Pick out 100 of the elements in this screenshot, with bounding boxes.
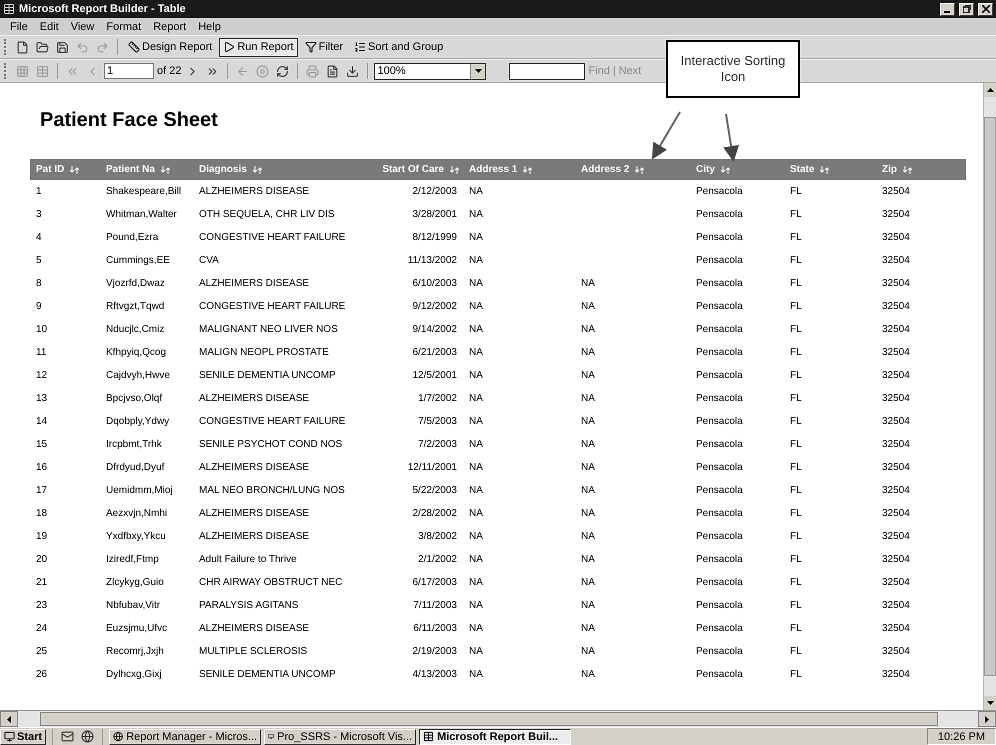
table-cell-text: NA xyxy=(580,530,596,544)
table-cell-text: NA xyxy=(468,231,484,245)
sort-icon[interactable] xyxy=(523,166,532,174)
app-icon xyxy=(423,731,434,742)
table-cell-text: FL xyxy=(789,300,803,314)
menu-item[interactable]: Help xyxy=(192,20,227,32)
table-cell-text: Yxdfbxy,Ykcu xyxy=(105,530,167,544)
menu-item[interactable]: Format xyxy=(100,20,148,32)
find-field[interactable] xyxy=(509,62,586,80)
table-cell-text: 32504 xyxy=(881,300,911,314)
sort-icon[interactable] xyxy=(160,166,170,174)
table-cell-text: 32504 xyxy=(881,645,911,659)
toolbar-button[interactable]: Sort and Group xyxy=(350,38,448,56)
app-icon xyxy=(113,731,124,742)
toolbar-button[interactable]: Run Report xyxy=(219,38,298,56)
table-cell-text: MALIGNANT NEO LIVER NOS xyxy=(198,323,339,337)
table-cell-text: 32504 xyxy=(881,553,911,567)
right-arrow-icon[interactable] xyxy=(985,716,989,722)
table-cell-text: CVA xyxy=(198,254,220,268)
table-cell-text: 13 xyxy=(35,392,48,406)
sort-icon[interactable] xyxy=(820,166,830,174)
table-cell-text: FL xyxy=(789,484,803,498)
table-cell-text: Nbfubav,Vitr xyxy=(105,599,162,613)
toolbar-button[interactable]: Filter xyxy=(300,38,348,56)
menu-item[interactable]: View xyxy=(64,20,100,32)
table-cell-text: 15 xyxy=(35,438,48,452)
table-cell-text: 16 xyxy=(35,461,48,475)
ruler-icon xyxy=(128,41,140,53)
sort-icon[interactable] xyxy=(635,166,644,174)
restore-button[interactable] xyxy=(959,2,974,16)
table-cell-text: ALZHEIMERS DISEASE xyxy=(198,622,310,636)
table-cell-text: FL xyxy=(789,553,803,567)
vertical-scrollbar[interactable] xyxy=(983,83,996,710)
sort-icon[interactable] xyxy=(720,166,730,174)
table-cell-text: ALZHEIMERS DISEASE xyxy=(198,507,310,521)
table-cell-text: 9/14/2002 xyxy=(412,323,458,337)
page-count: of 22 xyxy=(157,65,182,77)
menu-item[interactable]: Report xyxy=(147,20,192,32)
menu-item[interactable]: Edit xyxy=(34,20,65,32)
sort-icon[interactable] xyxy=(252,166,262,174)
left-arrow-icon[interactable] xyxy=(7,716,11,722)
table-cell-text: 9 xyxy=(35,300,43,314)
pointer-arrow xyxy=(723,114,740,162)
page-field[interactable]: 1 xyxy=(104,63,154,79)
table-cell-text: 2/1/2002 xyxy=(417,553,458,567)
funnel-icon xyxy=(304,41,317,53)
taskbar-button[interactable]: Pro_SSRS - Microsoft Vis... xyxy=(264,728,416,744)
close-button[interactable] xyxy=(978,2,993,16)
horizontal-scrollbar[interactable] xyxy=(0,710,996,727)
restore-icon xyxy=(962,5,970,13)
table-cell-text: 17 xyxy=(35,484,48,498)
table-cell-text: FL xyxy=(789,185,803,199)
table-cell-text: 32504 xyxy=(881,185,911,199)
table-cell-text: ALZHEIMERS DISEASE xyxy=(198,392,310,406)
menu-item[interactable]: File xyxy=(4,20,34,32)
table-cell-text: Ircpbmt,Trhk xyxy=(105,438,163,452)
table-cell-text: 11 xyxy=(35,346,48,360)
table-cell-text: 7/2/2003 xyxy=(417,438,458,452)
column-label: Start Of Care xyxy=(382,164,444,175)
table-cell-text: Pensacola xyxy=(695,530,744,544)
table-cell-text: 2/12/2003 xyxy=(412,185,458,199)
table-cell-text: Pound,Ezra xyxy=(105,231,160,245)
list-icon xyxy=(354,41,366,53)
start-button[interactable]: Start xyxy=(0,728,46,744)
toolbar-button[interactable]: Design Report xyxy=(124,38,216,56)
table-cell-text: NA xyxy=(468,300,484,314)
pointer-arrow xyxy=(652,111,681,160)
table-cell-text: 7/5/2003 xyxy=(417,415,458,429)
table-cell-text: 32504 xyxy=(881,668,911,682)
table-cell-text: NA xyxy=(468,369,484,383)
table-cell-text: Pensacola xyxy=(695,507,744,521)
table-cell-text: 21 xyxy=(35,576,48,590)
table-cell-text: NA xyxy=(580,461,596,475)
table-cell-text: 32504 xyxy=(881,415,911,429)
caret-icon xyxy=(474,69,482,73)
table-cell-text: FL xyxy=(789,507,803,521)
up-arrow-icon[interactable] xyxy=(986,88,994,92)
table-cell-text: FL xyxy=(789,415,803,429)
table-cell-text: 32504 xyxy=(881,346,911,360)
sort-icon[interactable] xyxy=(903,166,912,174)
table-cell-text: CONGESTIVE HEART FAILURE xyxy=(198,415,346,429)
table-cell-text: NA xyxy=(468,392,484,406)
taskbar-button[interactable]: Report Manager - Micros... xyxy=(109,728,262,744)
down-arrow-icon[interactable] xyxy=(986,701,994,705)
table-cell-text: 32504 xyxy=(881,392,911,406)
sort-icon[interactable] xyxy=(70,166,80,174)
table-cell-text: Euzsjmu,Ufvc xyxy=(105,622,168,636)
sort-icon[interactable] xyxy=(450,166,459,174)
table-cell-text: 32504 xyxy=(881,369,911,383)
table-cell-text: FL xyxy=(789,208,803,222)
zoom-select[interactable]: 100% xyxy=(374,62,486,80)
table-cell-text: 32504 xyxy=(881,254,911,268)
table-cell-text: NA xyxy=(468,438,484,452)
taskbar-button[interactable]: Microsoft Report Buil... xyxy=(419,728,572,744)
app-icon xyxy=(3,3,15,15)
table-cell-text: 2/19/2003 xyxy=(412,645,458,659)
table-cell-text: 32504 xyxy=(881,461,911,475)
minimize-button[interactable] xyxy=(940,2,955,16)
monitor-icon xyxy=(4,731,15,742)
table-cell-text: 32504 xyxy=(881,277,911,291)
